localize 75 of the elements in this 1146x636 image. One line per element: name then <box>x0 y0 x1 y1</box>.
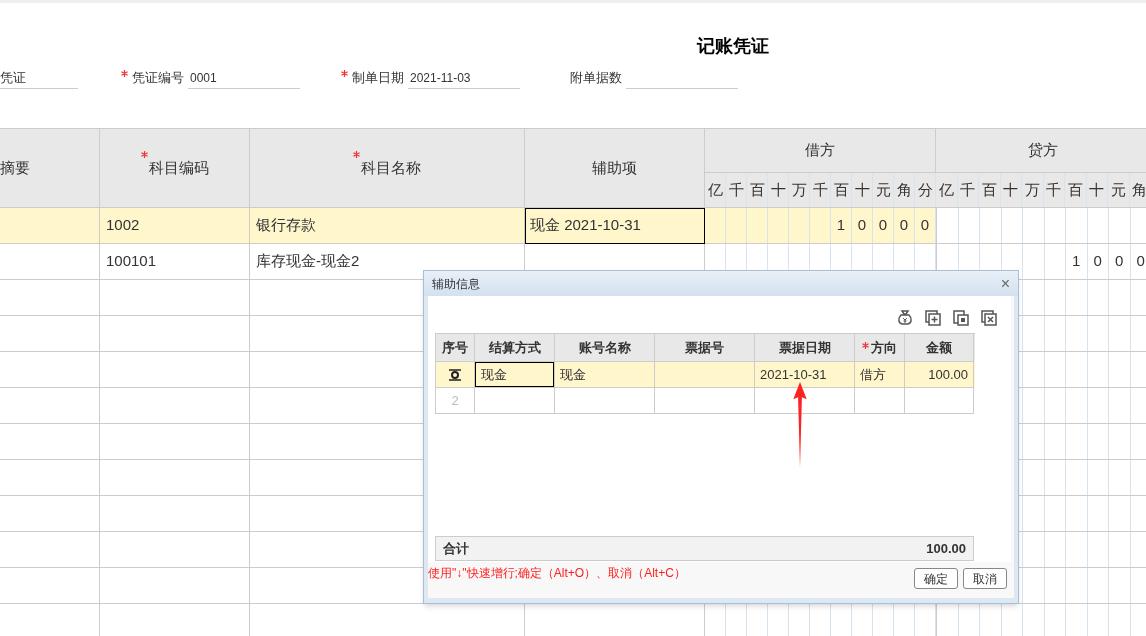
column-header: 借方 <box>705 129 935 174</box>
total-label: 合计 <box>443 539 469 558</box>
unit-header: 万 <box>789 173 810 207</box>
unit-header: 千 <box>957 173 979 207</box>
column-header: 账号名称 <box>578 338 631 357</box>
unit-header: 分 <box>915 173 936 207</box>
money-bag-icon[interactable] <box>896 309 914 327</box>
row-number: 2 <box>451 391 459 410</box>
field-label: 凭证编号 <box>132 69 184 88</box>
input-field[interactable]: 2021-11-03 <box>408 67 520 89</box>
unit-header: 十 <box>852 173 873 207</box>
unit-header: 十 <box>1086 173 1108 207</box>
input-field[interactable]: 现金 2021-10-31 <box>525 207 705 244</box>
dialog-button[interactable]: 取消 <box>963 568 1007 589</box>
unit-header: 百 <box>1065 173 1087 207</box>
table-cell-text: 100101 <box>106 251 157 272</box>
amount-digit: 0 <box>1130 244 1146 279</box>
column-header: 摘要 <box>0 129 100 207</box>
selected-row[interactable]: 现金 现金 2021-10-31 借方 100.00 <box>436 362 975 388</box>
amount-digit: 0 <box>873 208 894 243</box>
column-header: 结算方式 <box>488 338 541 357</box>
empty-cell <box>905 388 974 414</box>
unit-header: 千 <box>810 173 831 207</box>
amount-digit: 0 <box>1087 244 1109 279</box>
column-header: 序号 <box>442 338 468 357</box>
table-cell-text: 库存现金-现金2 <box>256 251 360 272</box>
unit-header: 千 <box>1043 173 1065 207</box>
hint-text: 使用"↓"快速增行;确定（Alt+O）、取消（Alt+C） <box>428 565 686 582</box>
voucher-title: 记账凭证 <box>697 35 769 58</box>
column-header: 贷方 <box>936 129 1146 174</box>
unit-header: 角 <box>894 173 915 207</box>
unit-header: 元 <box>1108 173 1130 207</box>
column-header: 票据日期 <box>778 338 831 357</box>
table-cell-text: 100.00 <box>928 365 968 384</box>
unit-header: 百 <box>979 173 1001 207</box>
column-header: 票据号 <box>685 338 724 357</box>
delete-row-icon[interactable] <box>980 309 998 327</box>
field-label: 附单据数 <box>570 69 622 88</box>
column-header: 科目名称 <box>361 157 421 178</box>
column-header: 方向 <box>871 338 897 357</box>
dialog-button[interactable]: 确定 <box>914 568 958 589</box>
unit-header: 百 <box>831 173 852 207</box>
empty-cell <box>855 388 905 414</box>
unit-header: 万 <box>1022 173 1044 207</box>
column-header: 辅助项 <box>525 129 705 207</box>
add-row-icon[interactable] <box>924 309 942 327</box>
total-amount: 100.00 <box>926 539 966 558</box>
unit-header: 元 <box>873 173 894 207</box>
column-header: 科目编码 <box>148 157 209 178</box>
table-cell-text: 银行存款 <box>256 215 316 236</box>
amount-digit: 0 <box>1109 244 1131 279</box>
selected-row[interactable]: 1002 银行存款 现金 2021-10-31 1 0 0 0 0 <box>0 208 1146 244</box>
amount-digit: 0 <box>915 208 936 243</box>
table-cell-text: 1002 <box>106 215 140 236</box>
gear-icon[interactable] <box>448 367 462 382</box>
amount-digit: 0 <box>852 208 873 243</box>
input-field[interactable]: 0001 <box>188 67 300 89</box>
amount-digit: 1 <box>1066 244 1088 279</box>
unit-header: 角 <box>1129 173 1146 207</box>
table-cell-text: 2021-10-31 <box>760 365 827 384</box>
unit-header: 亿 <box>936 173 958 207</box>
amount-digit: 0 <box>894 208 915 243</box>
unit-header: 千 <box>726 173 747 207</box>
unit-header: 百 <box>747 173 768 207</box>
column-header: 金额 <box>926 338 952 357</box>
input-field[interactable]: 现金 <box>475 362 554 387</box>
amount-digit: 1 <box>831 208 852 243</box>
field-label: 制单日期 <box>352 69 404 88</box>
unit-header: 十 <box>768 173 789 207</box>
table-cell-text: 借方 <box>860 365 886 384</box>
unit-header: 十 <box>1000 173 1022 207</box>
copy-icon[interactable] <box>952 309 970 327</box>
unit-header: 亿 <box>705 173 726 207</box>
table-cell-text: 现金 <box>560 365 586 384</box>
input-field[interactable]: 凭证 <box>0 67 78 89</box>
